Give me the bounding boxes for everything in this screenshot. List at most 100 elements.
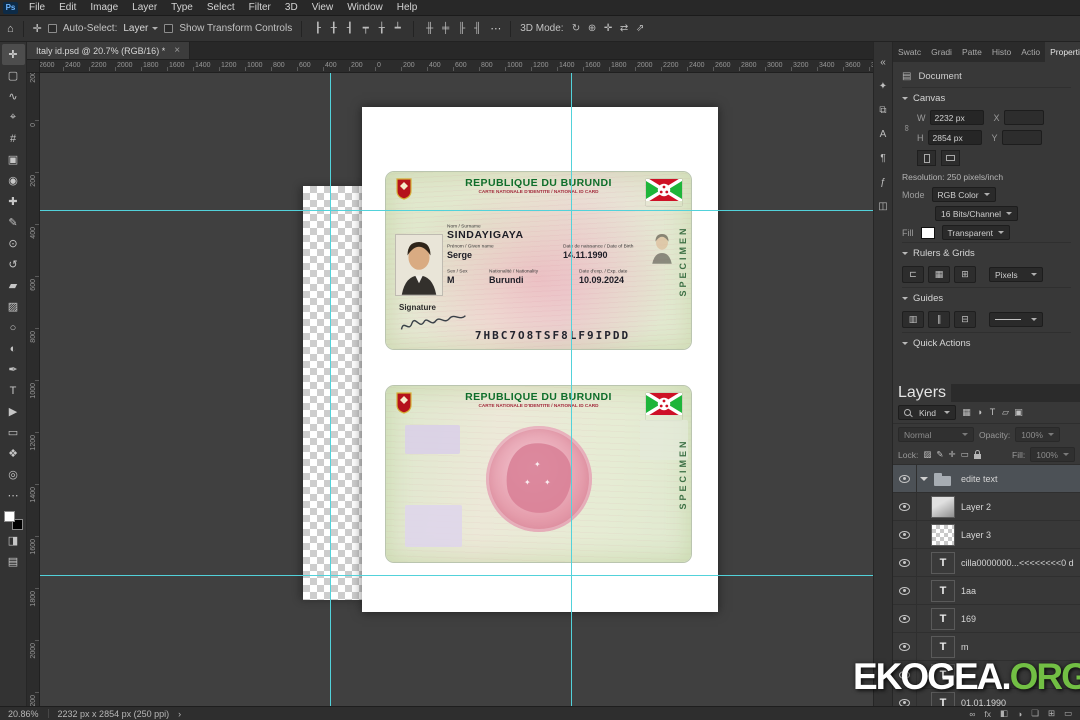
frame-tool[interactable]: ▣ <box>2 149 25 170</box>
glyphs-panel-icon[interactable]: ƒ <box>880 176 886 189</box>
collapse-dock-icon[interactable]: « <box>880 56 886 69</box>
layer-thumbnail[interactable]: T <box>931 579 955 602</box>
visibility-toggle[interactable] <box>893 577 917 604</box>
layer-filter-kind-select[interactable]: Kind <box>898 405 956 420</box>
toggle-rulers-button[interactable]: ⊏ <box>902 266 924 283</box>
horizontal-guide[interactable] <box>40 575 873 576</box>
zoom-tool[interactable]: ◎ <box>2 464 25 485</box>
layer-group-icon[interactable]: ❏ <box>1031 708 1039 719</box>
hand-tool[interactable]: ❖ <box>2 443 25 464</box>
lock-transparency-icon[interactable]: ▨ <box>923 449 931 460</box>
character-panel-icon[interactable]: A <box>880 128 887 141</box>
canvas-viewport[interactable]: 2600 2400 2200 2000 1800 1600 1400 1200 1000 800 6… <box>27 60 873 706</box>
layer-thumbnail[interactable]: T <box>931 468 955 490</box>
horizontal-guide[interactable] <box>40 210 873 211</box>
filter-shape-layers-icon[interactable]: ▱ <box>999 407 1012 418</box>
zoom-level[interactable]: 20.86% <box>8 709 39 719</box>
menu-item[interactable]: Select <box>200 0 242 15</box>
fill-opacity-select[interactable]: 100% <box>1030 447 1075 462</box>
show-transform-checkbox[interactable] <box>164 24 174 33</box>
marquee-tool[interactable]: ▢ <box>2 65 25 86</box>
align-top-icon[interactable]: ┯ <box>359 23 372 34</box>
status-chevron-icon[interactable]: › <box>178 709 181 719</box>
visibility-toggle[interactable] <box>893 465 917 492</box>
fill-color-swatch[interactable] <box>920 226 935 239</box>
transparent-canvas-area[interactable] <box>303 186 362 600</box>
foreground-color-swatch[interactable] <box>3 511 15 522</box>
home-icon[interactable]: ⌂ <box>7 23 14 35</box>
vertical-guide[interactable] <box>571 73 572 706</box>
align-center-horizontal-icon[interactable]: ╂ <box>327 23 340 34</box>
filter-type-layers-icon[interactable]: T <box>986 407 999 418</box>
menu-item[interactable]: 3D <box>278 0 305 15</box>
layer-row[interactable]: T cilla0000000...<<<<<<<<0 d <box>893 549 1080 577</box>
lock-artboard-icon[interactable]: ▭ <box>961 449 969 460</box>
fill-select[interactable]: Transparent <box>941 225 1011 240</box>
layer-thumbnail[interactable]: T <box>931 551 955 574</box>
document-canvas[interactable]: REPUBLIQUE DU BURUNDI CARTE NATIONALE D'… <box>362 107 718 612</box>
menu-item[interactable]: View <box>305 0 341 15</box>
vertical-guide[interactable] <box>330 73 331 706</box>
align-left-icon[interactable]: ┠ <box>311 23 324 34</box>
link-dimensions-icon[interactable]: ∞ <box>902 123 912 133</box>
align-middle-icon[interactable]: ╁ <box>375 23 388 34</box>
color-mode-select[interactable]: RGB Color <box>931 187 996 202</box>
ruler-origin-corner[interactable] <box>27 60 40 73</box>
layer-name[interactable]: 1aa <box>961 586 976 596</box>
close-tab-icon[interactable]: × <box>174 45 180 56</box>
delete-layer-icon[interactable]: ▭ <box>1064 708 1072 719</box>
layer-thumbnail[interactable]: T <box>931 523 955 546</box>
opacity-select[interactable]: 100% <box>1015 427 1060 442</box>
distribute-horizontal-icon[interactable]: ╫ <box>423 23 436 34</box>
filter-adjustment-layers-icon[interactable]: ◑ <box>973 407 986 418</box>
layer-row[interactable]: T Layer 3 <box>893 521 1080 549</box>
clear-guides-button[interactable]: ⊟ <box>954 311 976 328</box>
rulers-grids-section-header[interactable]: Rulers & Grids <box>902 242 1071 263</box>
foreground-background-colors[interactable] <box>3 511 23 530</box>
history-brush-tool[interactable]: ↺ <box>2 254 25 275</box>
shape-tool[interactable]: ▭ <box>2 422 25 443</box>
menu-item[interactable]: Image <box>83 0 125 15</box>
quick-mask-icon[interactable]: ◨ <box>2 530 25 551</box>
auto-select-checkbox[interactable] <box>47 24 57 33</box>
screen-mode-icon[interactable]: ▤ <box>2 551 25 572</box>
gradient-tool[interactable]: ▨ <box>2 296 25 317</box>
layer-name[interactable]: Layer 2 <box>961 502 991 512</box>
3d-scale-icon[interactable]: ⇗ <box>634 23 647 34</box>
brush-tool[interactable]: ✎ <box>2 212 25 233</box>
horizontal-ruler[interactable]: 2600 2400 2200 2000 1800 1600 1400 1200 1000 800 6… <box>40 60 873 73</box>
blur-tool[interactable]: ○ <box>2 317 25 338</box>
visibility-toggle[interactable] <box>893 521 917 548</box>
layer-row[interactable]: T 169 <box>893 605 1080 633</box>
blend-mode-select[interactable]: Normal <box>898 427 974 442</box>
units-select[interactable]: Pixels <box>989 267 1043 282</box>
quick-selection-tool[interactable]: ⌖ <box>2 107 25 128</box>
layer-name[interactable]: 01.01.1990 <box>961 698 1006 707</box>
visibility-toggle[interactable] <box>893 493 917 520</box>
lock-all-icon[interactable] <box>973 449 981 459</box>
layer-mask-icon[interactable]: ◧ <box>1000 708 1008 719</box>
libraries-panel-icon[interactable]: ◫ <box>878 200 887 213</box>
3d-roll-icon[interactable]: ⊕ <box>586 23 599 34</box>
menu-item[interactable]: Window <box>340 0 390 15</box>
orientation-landscape-button[interactable] <box>941 150 960 166</box>
tab-actions[interactable]: Actio <box>1016 42 1045 62</box>
menu-item[interactable]: Help <box>390 0 425 15</box>
guide-layout-button[interactable]: ∥ <box>928 311 950 328</box>
layer-name[interactable]: edite text <box>961 474 998 484</box>
distribute-right-icon[interactable]: ╢ <box>471 23 484 34</box>
tab-gradients[interactable]: Gradi <box>926 42 957 62</box>
layer-row[interactable]: T 1aa <box>893 577 1080 605</box>
tab-patterns[interactable]: Patte <box>957 42 987 62</box>
bit-depth-select[interactable]: 16 Bits/Channel <box>935 206 1019 221</box>
layer-row[interactable]: T edite text <box>893 465 1080 493</box>
distribute-left-icon[interactable]: ╟ <box>455 23 468 34</box>
healing-brush-tool[interactable]: ✚ <box>2 191 25 212</box>
dodge-tool[interactable]: ◐ <box>2 338 25 359</box>
layer-effects-icon[interactable]: fx <box>984 709 991 719</box>
menu-item[interactable]: Edit <box>52 0 83 15</box>
tab-properties[interactable]: Properties <box>1045 42 1080 62</box>
auto-select-target-select[interactable]: Layer <box>123 23 159 34</box>
layer-name[interactable]: 169 <box>961 614 976 624</box>
clone-stamp-tool[interactable]: ⊙ <box>2 233 25 254</box>
